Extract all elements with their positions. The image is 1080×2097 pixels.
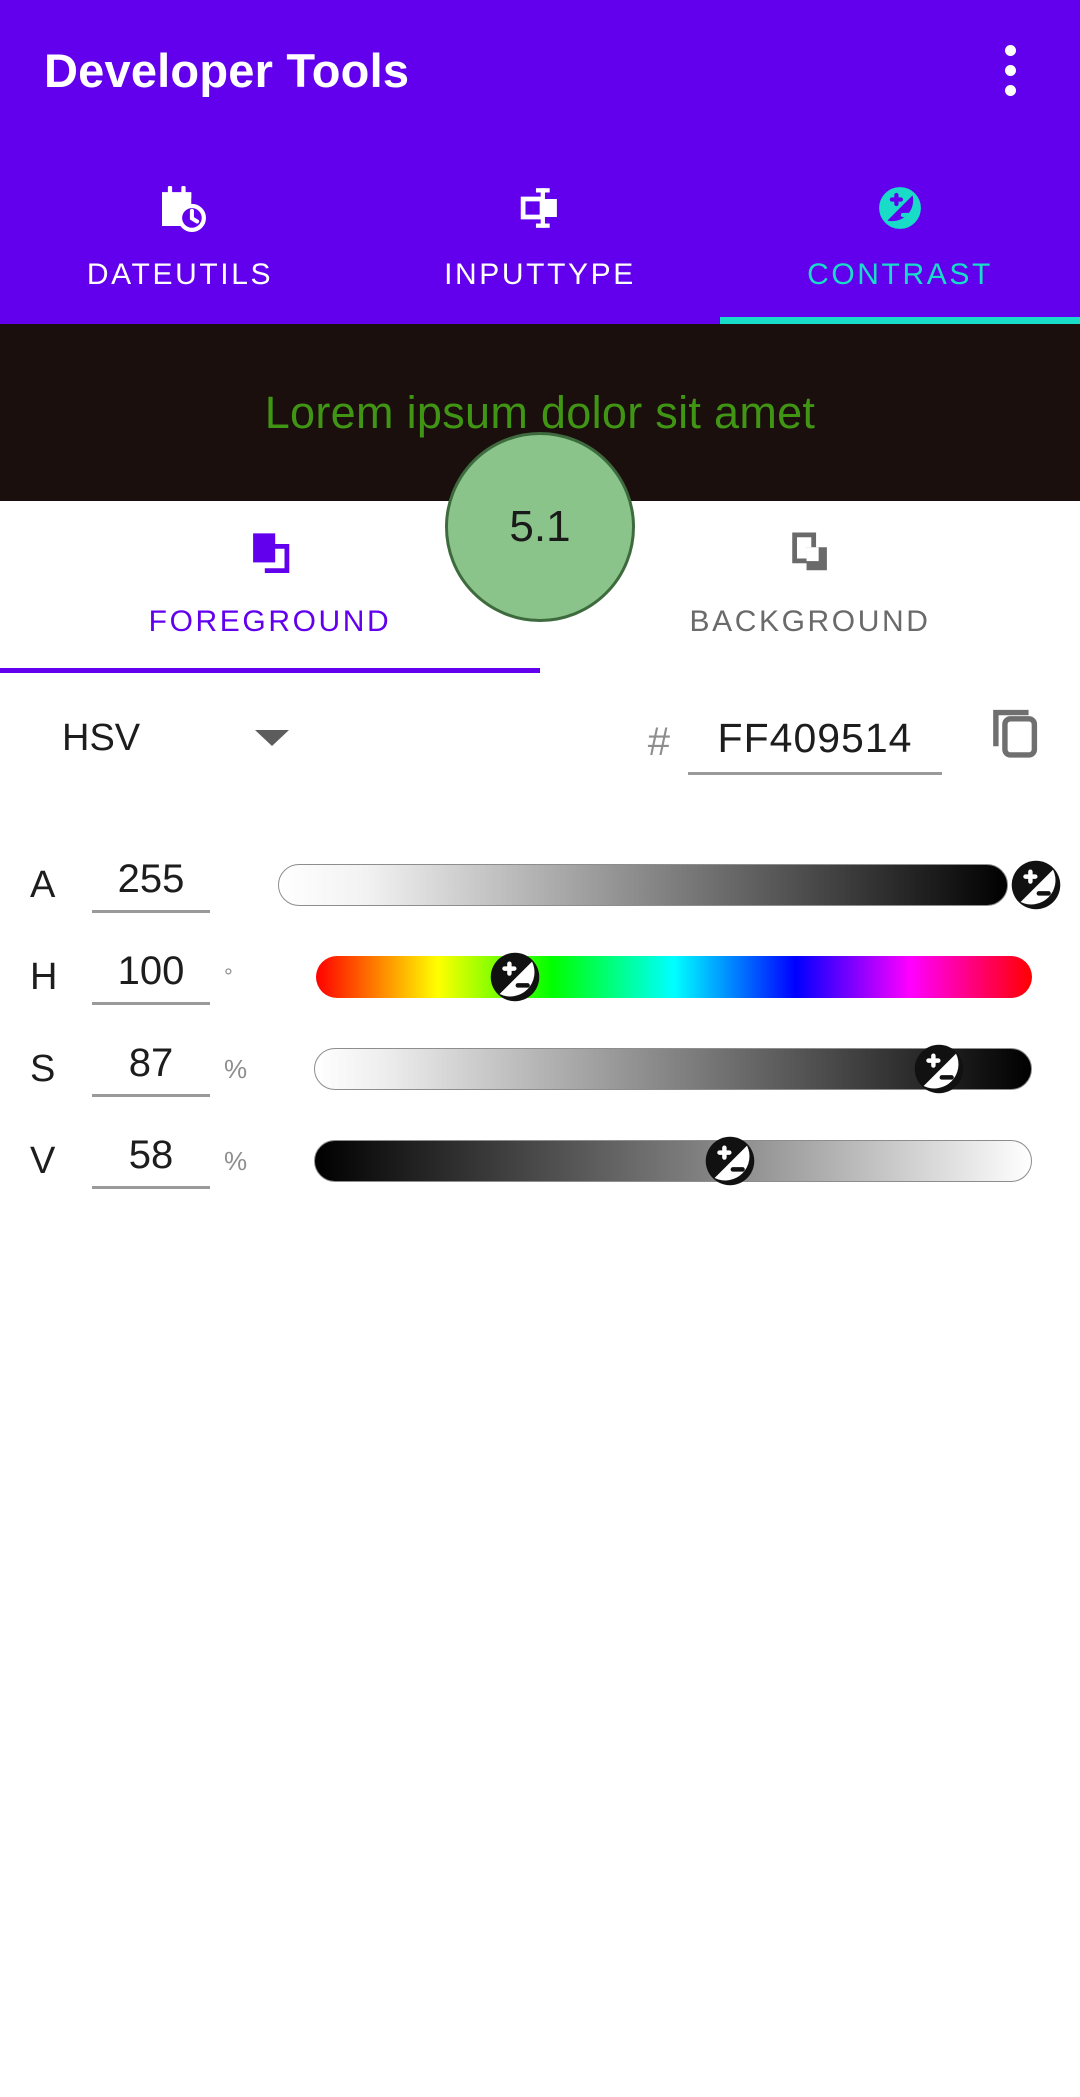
- color-mode-value: HSV: [62, 716, 141, 759]
- calendar-clock-icon: [153, 180, 207, 236]
- contrast-thumb-icon[interactable]: [702, 1133, 758, 1189]
- channel-input-hue[interactable]: 100: [92, 949, 210, 1005]
- hash-symbol: #: [647, 719, 670, 764]
- tab-inputtype-label: INPUTTYPE: [444, 258, 636, 291]
- channel-unit-value: %: [224, 1145, 248, 1176]
- channel-input-alpha[interactable]: 255: [92, 857, 210, 913]
- tab-background-label: BACKGROUND: [689, 605, 931, 638]
- layers-outline-icon: [784, 526, 836, 583]
- channel-input-value[interactable]: 58: [92, 1133, 210, 1189]
- target-tab-active-indicator: [0, 668, 540, 673]
- more-vert-icon[interactable]: [964, 0, 1056, 140]
- hex-input-group: # FF409514: [648, 702, 1046, 775]
- slider-value[interactable]: [268, 1131, 1080, 1191]
- more-vert-dot: [1004, 84, 1016, 96]
- tab-dateutils-label: DATEUTILS: [86, 258, 274, 291]
- copy-icon[interactable]: [984, 702, 1046, 769]
- slider-hue[interactable]: [268, 947, 1080, 1007]
- channel-sliders: A 255 H 100 ° S 87 % V 58 %: [0, 803, 1080, 1207]
- tab-contrast[interactable]: CONTRAST: [720, 140, 1080, 324]
- channel-unit-saturation: %: [224, 1053, 248, 1084]
- hex-input-value: FF409514: [717, 714, 913, 761]
- channel-input-saturation[interactable]: 87: [92, 1041, 210, 1097]
- contrast-thumb-icon[interactable]: [487, 949, 543, 1005]
- page-title: Developer Tools: [44, 43, 410, 97]
- slider-row-hue: H 100 °: [0, 931, 1080, 1023]
- tab-foreground-label: FOREGROUND: [148, 605, 392, 638]
- preview-sample-text: Lorem ipsum dolor sit amet: [264, 386, 816, 438]
- tab-inputtype[interactable]: INPUTTYPE: [360, 140, 720, 324]
- tab-active-indicator: [720, 317, 1080, 324]
- channel-value-hue: 100: [117, 949, 185, 993]
- more-vert-dot: [1004, 64, 1016, 76]
- channel-unit-hue: °: [224, 964, 233, 989]
- color-mode-dropdown[interactable]: HSV: [62, 717, 362, 760]
- color-mode-row: HSV # FF409514: [0, 673, 1080, 803]
- contrast-thumb-icon[interactable]: [1008, 857, 1064, 913]
- app-root: Developer Tools DATEUTILS INPUTTYPE CONT…: [0, 0, 1080, 2097]
- main-tab-bar: DATEUTILS INPUTTYPE CONTRAST: [0, 140, 1080, 324]
- channel-value-saturation: 87: [128, 1041, 174, 1085]
- contrast-score-badge: 5.1: [445, 432, 635, 622]
- tab-dateutils[interactable]: DATEUTILS: [0, 140, 360, 324]
- more-vert-dot: [1004, 44, 1016, 56]
- contrast-preview: Lorem ipsum dolor sit amet 5.1: [0, 324, 1080, 622]
- slider-hue-track: [316, 956, 1032, 998]
- slider-row-value: V 58 %: [0, 1115, 1080, 1207]
- channel-value-alpha: 255: [117, 857, 185, 901]
- chevron-down-icon: [255, 730, 290, 746]
- channel-label-value: V: [30, 1139, 56, 1182]
- channel-label-saturation: S: [30, 1047, 56, 1090]
- slider-row-saturation: S 87 %: [0, 1023, 1080, 1115]
- slider-alpha[interactable]: [268, 855, 1080, 915]
- slider-saturation[interactable]: [268, 1039, 1080, 1099]
- hex-input[interactable]: FF409514: [688, 715, 942, 775]
- contrast-icon: [873, 180, 927, 236]
- slider-value-track: [314, 1140, 1032, 1182]
- channel-label-hue: H: [30, 955, 58, 998]
- slider-row-alpha: A 255: [0, 839, 1080, 931]
- slider-alpha-track: [278, 864, 1008, 906]
- channel-value-value: 58: [128, 1133, 174, 1177]
- contrast-thumb-icon[interactable]: [911, 1041, 967, 1097]
- app-bar: Developer Tools: [0, 0, 1080, 140]
- layers-filled-icon: [244, 526, 296, 583]
- channel-label-alpha: A: [30, 863, 56, 906]
- tab-contrast-label: CONTRAST: [807, 258, 993, 291]
- input-field-icon: [513, 180, 567, 236]
